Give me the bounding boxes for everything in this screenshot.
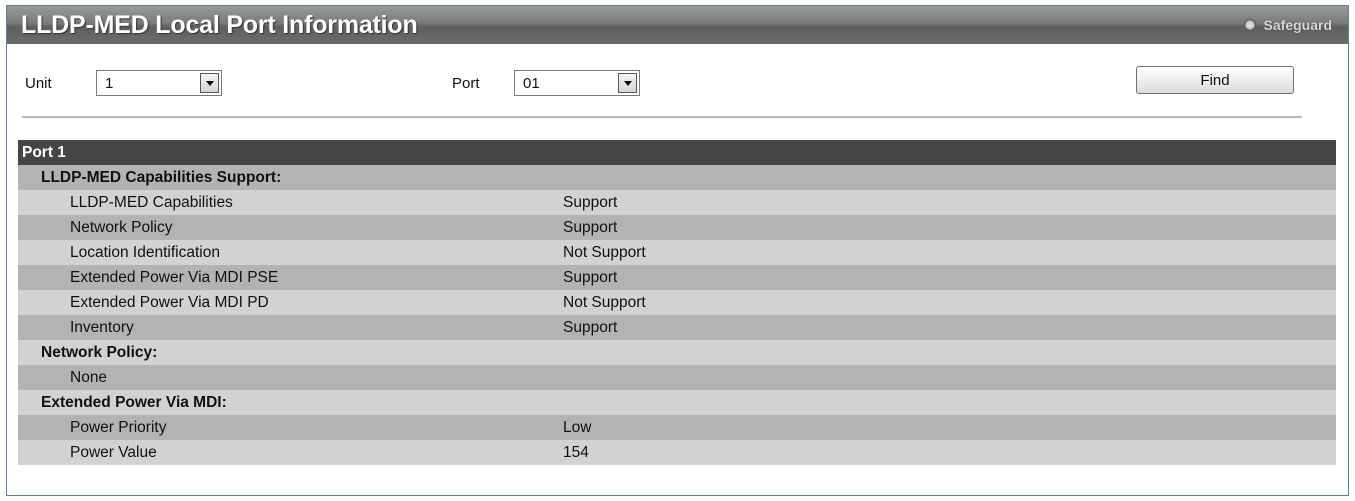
network-policy-value: None (18, 365, 1336, 390)
row-value: Not Support (563, 240, 1336, 265)
row-value: Low (563, 415, 1336, 440)
safeguard-indicator: Safeguard (1243, 17, 1332, 33)
port-select-value: 01 (523, 75, 540, 92)
table-row: LLDP-MED Capabilities Support (18, 190, 1336, 215)
row-name: Location Identification (18, 240, 563, 265)
row-name: LLDP-MED Capabilities (18, 190, 563, 215)
port-select[interactable]: 01 (514, 70, 640, 96)
table-row: None (18, 365, 1336, 390)
row-value: Support (563, 315, 1336, 340)
power-heading: Extended Power Via MDI: (18, 390, 1336, 415)
port-info-table: Port 1 LLDP-MED Capabilities Support: LL… (18, 140, 1336, 465)
row-value: Support (563, 190, 1336, 215)
row-value: 154 (563, 440, 1336, 465)
safeguard-icon (1243, 19, 1256, 31)
port-heading-row: Port 1 (18, 140, 1336, 165)
table-row: Location Identification Not Support (18, 240, 1336, 265)
section-row: Network Policy: (18, 340, 1336, 365)
find-button[interactable]: Find (1136, 66, 1294, 94)
section-row: Extended Power Via MDI: (18, 390, 1336, 415)
row-name: Extended Power Via MDI PD (18, 290, 563, 315)
title-bar: LLDP-MED Local Port Information Safeguar… (7, 6, 1348, 44)
table-row: Power Priority Low (18, 415, 1336, 440)
table-row: Inventory Support (18, 315, 1336, 340)
page-title: LLDP-MED Local Port Information (21, 11, 418, 39)
table-row: Extended Power Via MDI PD Not Support (18, 290, 1336, 315)
chevron-down-icon[interactable] (200, 73, 219, 93)
capabilities-heading: LLDP-MED Capabilities Support: (18, 165, 1336, 190)
row-name: Extended Power Via MDI PSE (18, 265, 563, 290)
port-heading: Port 1 (18, 140, 1336, 165)
unit-select[interactable]: 1 (96, 70, 222, 96)
port-label: Port (452, 75, 480, 92)
row-value: Not Support (563, 290, 1336, 315)
table-row: Extended Power Via MDI PSE Support (18, 265, 1336, 290)
section-row: LLDP-MED Capabilities Support: (18, 165, 1336, 190)
network-policy-heading: Network Policy: (18, 340, 1336, 365)
row-name: Power Value (18, 440, 563, 465)
unit-label: Unit (25, 75, 52, 92)
divider (22, 116, 1302, 119)
chevron-down-icon[interactable] (618, 73, 637, 93)
row-name: Network Policy (18, 215, 563, 240)
unit-select-value: 1 (105, 75, 114, 92)
table-row: Network Policy Support (18, 215, 1336, 240)
row-name: Inventory (18, 315, 563, 340)
row-name: Power Priority (18, 415, 563, 440)
row-value: Support (563, 215, 1336, 240)
row-value: Support (563, 265, 1336, 290)
table-row: Power Value 154 (18, 440, 1336, 465)
safeguard-label: Safeguard (1263, 17, 1332, 33)
